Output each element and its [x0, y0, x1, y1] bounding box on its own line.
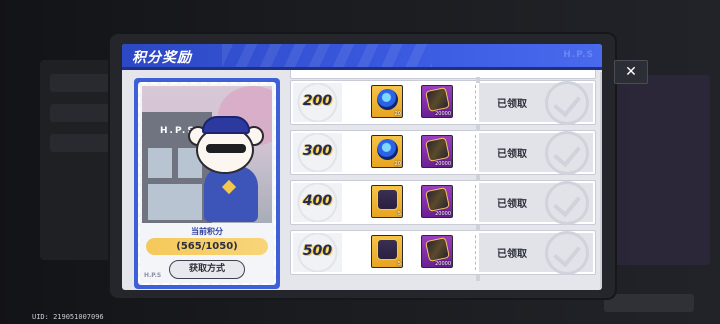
reward-row: 300 20 20000 已领取 [290, 130, 596, 175]
claimed-label: 已领取 [497, 149, 527, 160]
purple-book-icon [377, 239, 398, 260]
tier-points: 300 [302, 143, 333, 159]
item-count: 20 [394, 161, 401, 167]
points-reward-dialog: 积分奖励 H.P.S H.P.S 当前积分 (565/1050) 获取方式 H.… [110, 34, 615, 298]
claimed-status: 已领取 [479, 81, 593, 125]
reward-item[interactable]: 5 [371, 235, 403, 268]
blue-crystal-icon [377, 139, 398, 160]
dialog-body: 积分奖励 H.P.S H.P.S 当前积分 (565/1050) 获取方式 H.… [122, 44, 602, 290]
character-card: H.P.S 当前积分 (565/1050) 获取方式 H.P.S [134, 78, 280, 289]
item-count: 20000 [435, 261, 451, 267]
row-divider [475, 235, 476, 270]
header-decoration [222, 44, 432, 70]
dialog-header: 积分奖励 H.P.S [122, 44, 602, 70]
hamster-police-uniform [204, 166, 258, 222]
close-icon: ✕ [625, 64, 637, 80]
row-divider [475, 185, 476, 220]
checkmark-icon [545, 181, 589, 225]
claimed-status: 已领取 [479, 231, 593, 275]
row-connector [476, 275, 480, 281]
tier-badge: 300 [293, 133, 342, 172]
reward-row-partial [290, 70, 596, 79]
tier-badge: 200 [293, 83, 342, 122]
blue-crystal-icon [377, 89, 398, 110]
row-divider [475, 85, 476, 120]
obtain-method-button[interactable]: 获取方式 [169, 260, 245, 279]
gold-ticket-icon [425, 87, 450, 112]
row-connector [476, 225, 480, 231]
character-illustration: H.P.S [142, 86, 272, 223]
close-button[interactable]: ✕ [614, 60, 648, 84]
tier-badge: 400 [293, 183, 342, 222]
background-right-panel [600, 75, 710, 265]
item-count: 20000 [435, 211, 451, 217]
reward-item[interactable]: 5 [371, 185, 403, 218]
checkmark-icon [545, 131, 589, 175]
reward-row: 500 5 20000 已领取 [290, 230, 596, 275]
sunglasses [206, 144, 246, 153]
reward-item[interactable]: 20000 [421, 185, 453, 218]
reward-list-scrollbar[interactable] [600, 72, 602, 288]
dialog-title: 积分奖励 [132, 50, 192, 66]
claimed-status: 已领取 [479, 131, 593, 175]
reward-row: 200 20 20000 已领取 [290, 80, 596, 125]
claimed-label: 已领取 [497, 249, 527, 260]
reward-item[interactable]: 20 [371, 85, 403, 118]
reward-item[interactable]: 20 [371, 135, 403, 168]
header-brand-logo: H.P.S [563, 50, 594, 60]
reward-item[interactable]: 20000 [421, 85, 453, 118]
checkmark-icon [545, 231, 589, 275]
claimed-label: 已领取 [497, 99, 527, 110]
uid-text: UID: 219051007096 [32, 313, 104, 321]
tier-points: 500 [302, 243, 333, 259]
row-connector [476, 175, 480, 181]
card-brand-logo: H.P.S [144, 272, 162, 279]
reward-item[interactable]: 20000 [421, 235, 453, 268]
gold-ticket-icon [425, 237, 450, 262]
current-points-label: 当前积分 [191, 227, 223, 236]
tier-points: 400 [302, 193, 333, 209]
building-window [148, 148, 172, 178]
row-divider [475, 135, 476, 170]
reward-item[interactable]: 20000 [421, 135, 453, 168]
gold-ticket-icon [425, 137, 450, 162]
checkmark-icon [545, 81, 589, 125]
police-cap [202, 116, 250, 134]
reward-list[interactable]: 200 20 20000 已领取 300 20 20000 已领取 400 5 … [290, 70, 598, 290]
reward-row: 400 5 20000 已领取 [290, 180, 596, 225]
item-count: 20000 [435, 111, 451, 117]
gold-ticket-icon [425, 187, 450, 212]
tier-points: 200 [302, 93, 333, 109]
row-connector [476, 77, 480, 83]
current-points-value: (565/1050) [146, 238, 268, 255]
purple-book-icon [377, 189, 398, 210]
item-count: 20 [394, 111, 401, 117]
character-card-frame: H.P.S 当前积分 (565/1050) 获取方式 H.P.S [138, 82, 276, 285]
claimed-status: 已领取 [479, 181, 593, 225]
tier-badge: 500 [293, 233, 342, 272]
row-connector [476, 125, 480, 131]
background-button [604, 294, 694, 312]
building-window [148, 184, 202, 220]
item-count: 5 [397, 261, 401, 267]
item-count: 5 [397, 211, 401, 217]
claimed-label: 已领取 [497, 199, 527, 210]
item-count: 20000 [435, 161, 451, 167]
